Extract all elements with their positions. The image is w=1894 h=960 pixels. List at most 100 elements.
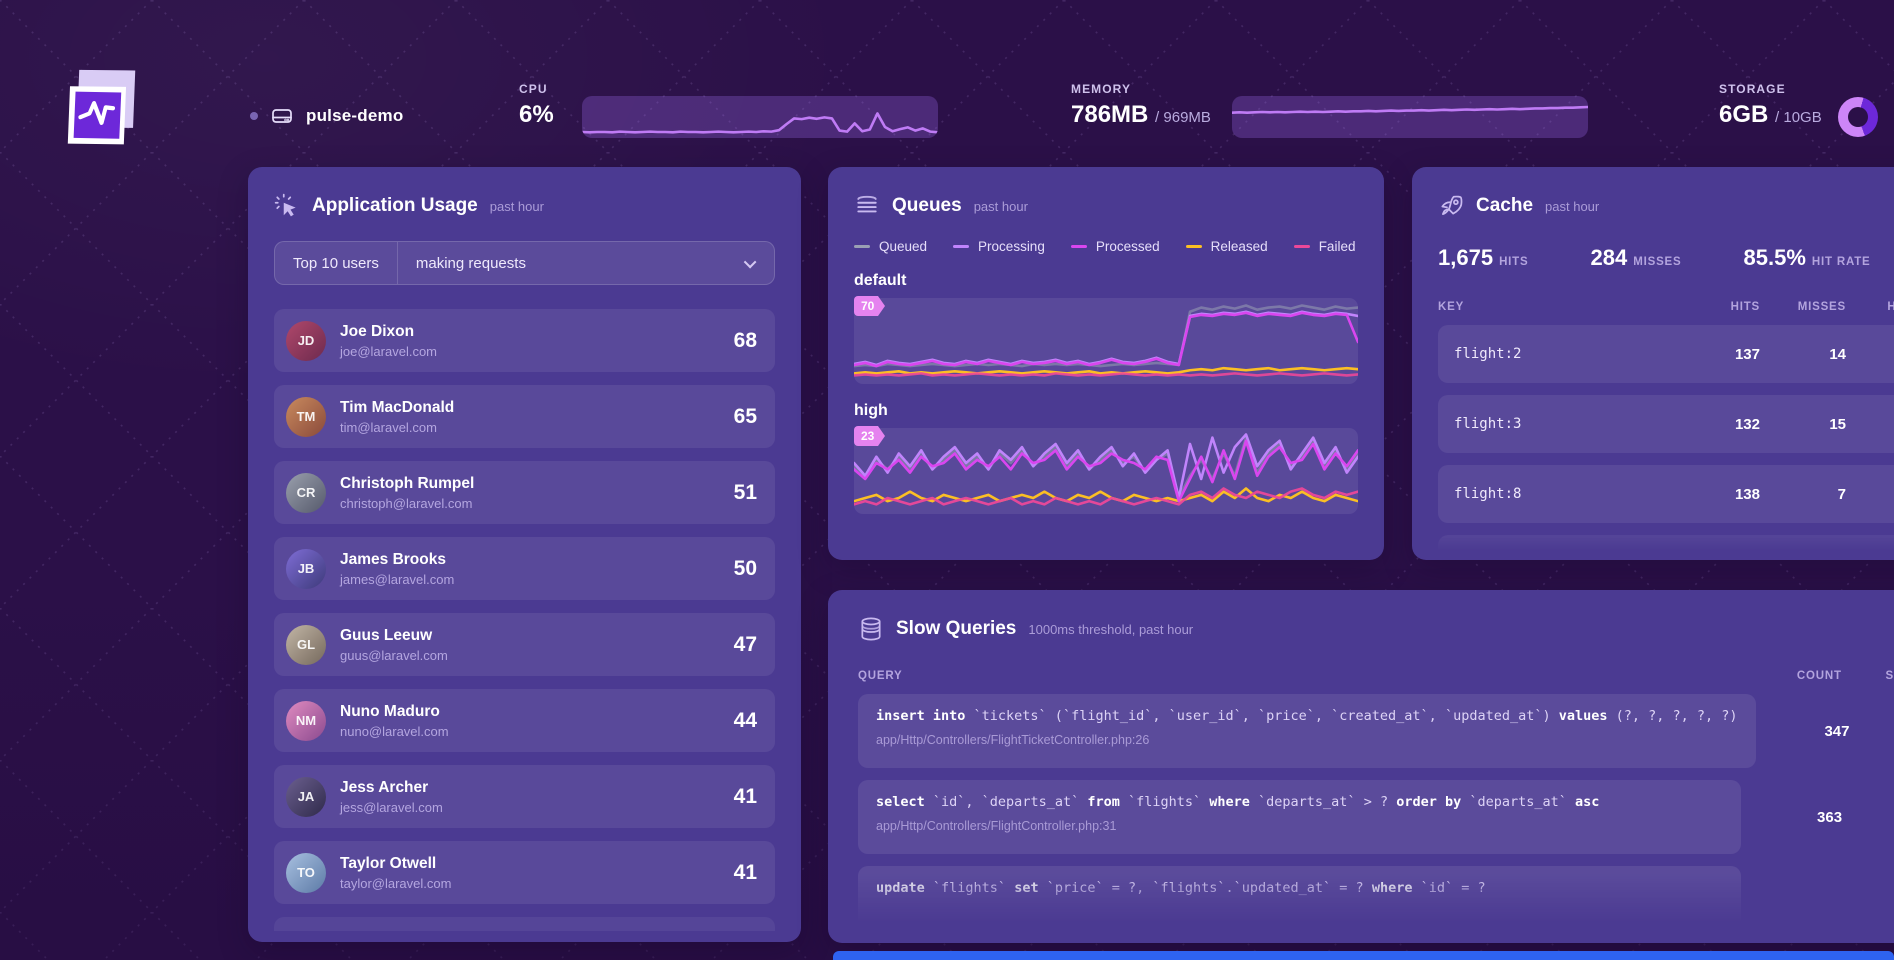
slow-queries-header: QUERY COUNT SLOWEST (858, 670, 1894, 682)
storage-donut (1838, 97, 1878, 137)
database-icon (858, 616, 884, 642)
queue-peak-badge: 23 (854, 426, 878, 446)
cache-rate: 90.7 (1846, 346, 1894, 363)
avatar: CR (286, 473, 326, 513)
query-sql: update `flights` set `price` = ?, `fligh… (876, 880, 1723, 896)
user-request-count: 50 (734, 557, 757, 581)
legend-dash (1071, 245, 1087, 248)
memory-stat: MEMORY 786MB / 969MB (1071, 82, 1211, 129)
user-row: TM Tim MacDonald tim@laravel.com 65 (274, 385, 775, 448)
queue-chart-default: 70 (854, 298, 1358, 384)
query-sql: select `id`, `departs_at` from `flights`… (876, 794, 1723, 810)
storage-value: 6GB (1719, 101, 1768, 128)
cache-misses-label: MISSES (1633, 256, 1681, 268)
cache-key: flight:3 (1438, 416, 1688, 432)
rocket-icon (1438, 193, 1464, 219)
storage-donut-hole (1848, 107, 1868, 127)
storage-label: STORAGE (1719, 82, 1822, 96)
user-row: NM Nuno Maduro nuno@laravel.com 44 (274, 689, 775, 752)
cache-rate: 89.8 (1846, 416, 1894, 433)
application-usage-card: Application Usage past hour Top 10 users… (248, 167, 801, 942)
cache-key: flight:2 (1438, 346, 1688, 362)
query-row: select `id`, `departs_at` from `flights`… (858, 780, 1894, 854)
cache-hits-value: 1,675 (1438, 245, 1493, 270)
usage-filter-select[interactable]: making requests (398, 255, 774, 272)
legend-processing: Processing (953, 239, 1045, 254)
slow-queries-table: insert into `tickets` (`flight_id`, `use… (858, 694, 1894, 940)
query-row-partial: update `flights` set `price` = ?, `fligh… (858, 866, 1894, 940)
query-slowest: 3,099 (1850, 723, 1894, 740)
legend-failed: Failed (1294, 239, 1356, 254)
memory-sparkline (1232, 96, 1588, 138)
legend-dash (1294, 245, 1310, 248)
user-row: JB James Brooks james@laravel.com 50 (274, 537, 775, 600)
pulse-logo-icon (56, 52, 160, 162)
table-row: flight:3 132 15 89.8 (1438, 395, 1894, 453)
query-location: app/Http/Controllers/FlightTicketControl… (876, 733, 1738, 747)
cache-stats: 1,675HITS 284MISSES 85.5%HIT RATE (1438, 245, 1894, 271)
col-slowest: SLOWEST (1842, 670, 1894, 682)
avatar: JD (286, 321, 326, 361)
cache-card: Cache past hour 1,675HITS 284MISSES 85.5… (1412, 167, 1894, 560)
legend-dash (953, 245, 969, 248)
user-name: Taylor Otwell (340, 855, 720, 873)
cache-hits-label: HITS (1499, 256, 1528, 268)
user-row: TO Taylor Otwell taylor@laravel.com 41 (274, 841, 775, 904)
queues-period: past hour (974, 199, 1028, 214)
cache-rate: 95.2 (1846, 486, 1894, 503)
user-row: JA Jess Archer jess@laravel.com 41 (274, 765, 775, 828)
user-name: Christoph Rumpel (340, 475, 720, 493)
cache-title: Cache (1476, 195, 1533, 217)
avatar: GL (286, 625, 326, 665)
cache-hits: 137 (1688, 346, 1760, 363)
memory-value: 786MB (1071, 101, 1148, 128)
memory-label: MEMORY (1071, 82, 1211, 96)
cache-key: flight:8 (1438, 486, 1688, 502)
queues-legend: Queued Processing Processed Released Fai… (854, 239, 1358, 254)
user-request-count: 41 (734, 785, 757, 809)
application-usage-title: Application Usage (312, 195, 478, 217)
cpu-sparkline (582, 96, 938, 138)
cache-misses-value: 284 (1590, 245, 1627, 270)
slow-queries-title: Slow Queries (896, 618, 1016, 640)
col-misses: MISSES (1760, 301, 1846, 313)
user-name: Jess Archer (340, 779, 720, 797)
usage-filter-label: Top 10 users (275, 242, 398, 284)
slow-queries-card: Slow Queries 1000ms threshold, past hour… (828, 590, 1894, 943)
user-name: Guus Leeuw (340, 627, 720, 645)
server-indicator: pulse-demo (250, 104, 403, 128)
col-count: COUNT (1718, 670, 1842, 682)
cache-hitrate-label: HIT RATE (1812, 256, 1871, 268)
query-box: select `id`, `departs_at` from `flights`… (858, 780, 1741, 854)
cache-misses: 14 (1760, 346, 1846, 363)
user-request-count: 51 (734, 481, 757, 505)
application-usage-period: past hour (490, 199, 544, 214)
user-name: Nuno Maduro (340, 703, 720, 721)
avatar: NM (286, 701, 326, 741)
user-request-count: 44 (734, 709, 757, 733)
table-row: flight:2 137 14 90.7 (1438, 325, 1894, 383)
user-email: nuno@laravel.com (340, 724, 720, 739)
user-name: James Brooks (340, 551, 720, 569)
query-box: insert into `tickets` (`flight_id`, `use… (858, 694, 1756, 768)
cache-table: flight:2 137 14 90.7 flight:3 132 15 89.… (1438, 325, 1894, 551)
legend-released: Released (1186, 239, 1268, 254)
cursor-click-icon (274, 193, 300, 219)
usage-filter-selected: making requests (416, 255, 526, 272)
user-email: james@laravel.com (340, 572, 720, 587)
avatar: TO (286, 853, 326, 893)
user-row: JD Joe Dixon joe@laravel.com 68 (274, 309, 775, 372)
cpu-stat: CPU 6% (519, 82, 554, 129)
queue-name-high: high (854, 402, 1358, 420)
queues-title: Queues (892, 195, 962, 217)
user-row-partial (274, 917, 775, 931)
user-email: jess@laravel.com (340, 800, 720, 815)
user-name: Tim MacDonald (340, 399, 720, 417)
legend-queued: Queued (854, 239, 927, 254)
user-email: tim@laravel.com (340, 420, 720, 435)
table-row: flight:8 138 7 95.2 (1438, 465, 1894, 523)
queue-stack-icon (854, 193, 880, 219)
user-request-count: 47 (734, 633, 757, 657)
user-email: taylor@laravel.com (340, 876, 720, 891)
cache-hits: 138 (1688, 486, 1760, 503)
